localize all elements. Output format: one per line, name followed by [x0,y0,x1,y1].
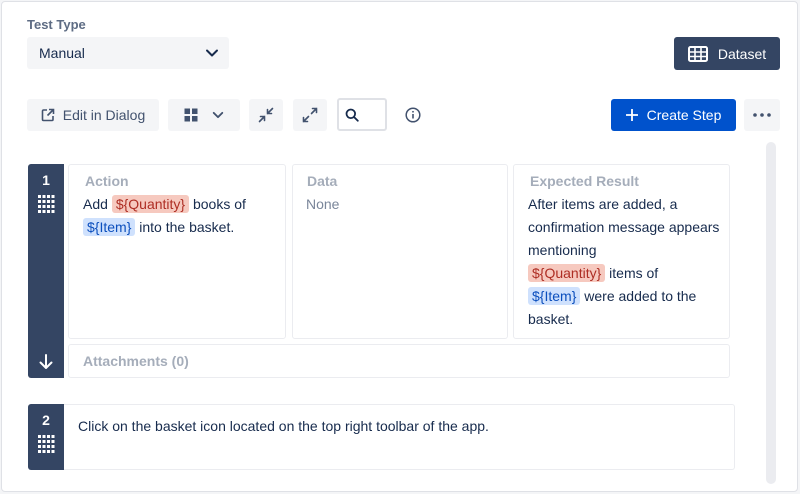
expected-text-part: items of [609,265,659,281]
expected-result-text: After items are added, a confirmation me… [528,193,726,331]
parameter-tag: ${Quantity} [111,195,190,213]
expand-all-button[interactable] [293,99,327,131]
step-number: 2 [42,412,50,428]
collapse-icon [258,107,274,123]
table-icon [687,45,708,62]
parameter-tag: ${Item} [83,218,136,236]
grid-layout-icon [184,108,198,122]
chevron-down-icon [206,49,218,57]
layout-dropdown-button[interactable] [168,99,240,131]
more-icon [753,113,771,117]
external-link-icon [41,108,55,122]
action-cell[interactable]: Action Add ${Quantity} books of ${Item} … [68,164,286,339]
action-text-part: into the basket. [139,219,235,235]
data-value: None [306,196,340,212]
collapse-all-button[interactable] [249,99,283,131]
action-text: Add ${Quantity} books of ${Item} into th… [83,193,283,239]
test-type-select[interactable]: Manual [27,37,229,69]
info-button[interactable] [404,106,422,124]
step-2-text: Click on the basket icon located on the … [78,418,489,434]
drag-handle-icon[interactable] [37,434,55,454]
attachments-label: Attachments (0) [83,353,189,369]
chevron-down-icon [212,111,224,119]
search-icon [345,108,359,122]
parameter-tag: ${Item} [528,287,581,305]
arrow-down-icon[interactable] [39,354,53,370]
test-steps-panel: Test Type Manual Dataset Edit in Dialog … [1,1,798,492]
expected-result-header: Expected Result [530,173,639,189]
edit-in-dialog-button[interactable]: Edit in Dialog [27,99,159,131]
test-type-value: Manual [39,45,85,61]
create-step-label: Create Step [646,107,722,123]
step-rail-1[interactable]: 1 [28,164,64,378]
expected-text-part: After items are added, a confirmation me… [528,196,720,258]
create-step-button[interactable]: Create Step [611,99,736,131]
step-number: 1 [42,172,50,188]
action-header: Action [85,173,129,189]
dataset-button[interactable]: Dataset [674,37,780,70]
info-icon [405,107,421,123]
test-type-label: Test Type [27,17,86,32]
more-options-button[interactable] [744,99,780,131]
vertical-scrollbar[interactable] [766,142,776,484]
data-cell[interactable]: Data None [292,164,508,339]
dataset-button-label: Dataset [717,45,767,62]
plus-icon [625,109,638,121]
expected-result-cell[interactable]: Expected Result After items are added, a… [513,164,730,339]
attachments-section[interactable]: Attachments (0) [68,344,730,378]
expand-icon [302,107,318,123]
edit-in-dialog-label: Edit in Dialog [62,107,146,123]
action-text-part: Add [83,196,108,212]
step-2-summary[interactable]: Click on the basket icon located on the … [64,404,735,470]
step-rail-2[interactable]: 2 [28,404,64,470]
action-text-part: books of [192,196,246,212]
search-input[interactable] [337,98,387,131]
drag-handle-icon[interactable] [37,194,55,214]
parameter-tag: ${Quantity} [528,264,606,282]
data-header: Data [307,173,338,189]
